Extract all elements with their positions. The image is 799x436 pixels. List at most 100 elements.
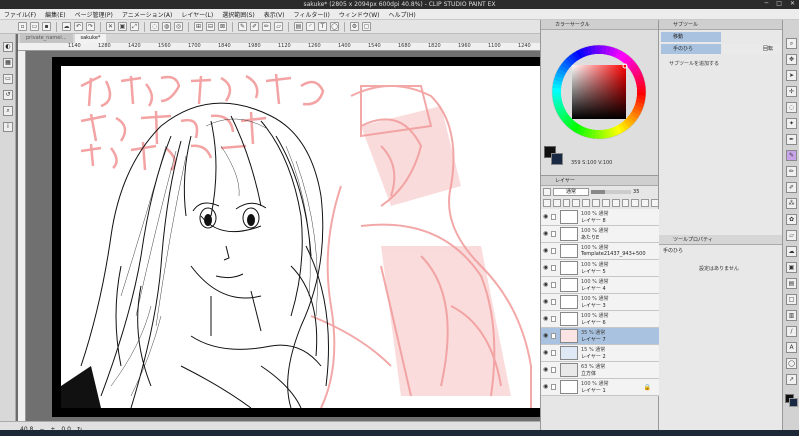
lock-box[interactable]: [551, 214, 556, 220]
blend-tool-icon[interactable]: ☁: [786, 246, 797, 257]
open-file-icon[interactable]: ▭: [30, 22, 39, 31]
snap-grid-icon[interactable]: ⊟: [206, 22, 215, 31]
layer-row[interactable]: ◉ 100 % 通常 あたりE: [541, 226, 659, 243]
layer-row[interactable]: ◉ 63 % 通常 立方体: [541, 362, 659, 379]
lock-icon[interactable]: [572, 199, 581, 207]
decoration-tool-icon[interactable]: ✿: [786, 214, 797, 225]
layer-row[interactable]: ◉ 100 % 通常 レイヤー 6: [541, 311, 659, 328]
snap-ruler-icon[interactable]: ⊞: [194, 22, 203, 31]
menu-window[interactable]: ウィンドウ(W): [339, 10, 380, 19]
eye-icon[interactable]: ◉: [543, 248, 549, 254]
layer-settings-icon[interactable]: [543, 188, 551, 196]
eye-icon[interactable]: ◉: [543, 282, 549, 288]
eye-icon[interactable]: ◉: [543, 367, 549, 373]
sub-color-chip[interactable]: [789, 398, 798, 407]
color-wheel[interactable]: [541, 32, 659, 157]
layer-row-selected[interactable]: ◉ 35 % 通常 レイヤー 7: [541, 328, 659, 345]
pen-icon[interactable]: ✎: [238, 22, 247, 31]
folder-icon[interactable]: ▭: [3, 74, 13, 84]
subtool-move[interactable]: 移動: [661, 32, 721, 42]
menu-file[interactable]: ファイル(F): [4, 10, 36, 19]
screen-icon[interactable]: ▢: [362, 22, 371, 31]
tab-color-circle[interactable]: カラーサークル: [555, 21, 590, 28]
lock-box[interactable]: [551, 265, 556, 271]
draft-icon[interactable]: [562, 199, 571, 207]
subtool-rotate[interactable]: 回転: [723, 44, 781, 54]
lock-box[interactable]: [551, 231, 556, 237]
tab-layer[interactable]: レイヤー: [555, 177, 575, 184]
figure-tool-icon[interactable]: □: [786, 294, 797, 305]
gradient-tool-icon[interactable]: ▤: [786, 278, 797, 289]
show-selection-icon[interactable]: ◎: [174, 22, 183, 31]
clear-icon[interactable]: ✕: [106, 22, 115, 31]
blend-mode-select[interactable]: 通常: [553, 188, 590, 196]
snap-perspective-icon[interactable]: ⊠: [218, 22, 227, 31]
history-icon[interactable]: ↺: [3, 90, 13, 100]
lock-box[interactable]: [551, 384, 556, 390]
eye-icon[interactable]: ◉: [543, 384, 549, 390]
layer-row[interactable]: ◉ 100 % 通常 レイヤー 1 🔒: [541, 379, 659, 396]
lock-box[interactable]: [551, 248, 556, 254]
eye-icon[interactable]: ◉: [543, 214, 549, 220]
pencil-icon[interactable]: ✏: [262, 22, 271, 31]
airbrush-tool-icon[interactable]: ⁂: [786, 198, 797, 209]
eyedropper-tool-icon[interactable]: ✒: [786, 134, 797, 145]
deselect-icon[interactable]: ◌: [150, 22, 159, 31]
minimize-icon[interactable]: ─: [765, 0, 769, 7]
ruler-icon[interactable]: ▤: [294, 22, 303, 31]
selection-tool-icon[interactable]: ◌: [786, 102, 797, 113]
lock-box[interactable]: [551, 350, 556, 356]
balloon-tool-icon[interactable]: ◯: [786, 358, 797, 369]
menu-animation[interactable]: アニメーション(A): [122, 10, 173, 19]
opacity-value[interactable]: 35: [633, 189, 639, 195]
lock-transparency-icon[interactable]: [582, 199, 591, 207]
invert-selection-icon[interactable]: ◍: [162, 22, 171, 31]
auto-select-tool-icon[interactable]: ✦: [786, 118, 797, 129]
delete-layer-icon[interactable]: [651, 199, 659, 207]
settings-icon[interactable]: ⚙: [350, 22, 359, 31]
menu-page[interactable]: ページ管理(P): [75, 10, 113, 19]
menu-layer[interactable]: レイヤー(L): [181, 10, 213, 19]
menu-filter[interactable]: フィルター(I): [294, 10, 330, 19]
lasso-icon[interactable]: ◜: [306, 22, 315, 31]
search-icon[interactable]: ⌕: [3, 106, 13, 116]
operation-tool-icon[interactable]: ➤: [786, 70, 797, 81]
brush-tool-icon[interactable]: ✐: [786, 182, 797, 193]
new-layer-icon[interactable]: [621, 199, 630, 207]
tab-subtool[interactable]: サブツール: [673, 21, 698, 28]
text-icon[interactable]: T: [318, 22, 327, 31]
material-icon[interactable]: ▦: [3, 58, 13, 68]
eye-icon[interactable]: ◉: [543, 231, 549, 237]
eye-icon[interactable]: ◉: [543, 333, 549, 339]
layer-row[interactable]: ◉ 100 % 通常 レイヤー 3: [541, 294, 659, 311]
canvas-paper[interactable]: [61, 66, 540, 408]
lock-box[interactable]: [551, 367, 556, 373]
text-tool-icon[interactable]: A: [786, 342, 797, 353]
add-subtool-button[interactable]: サブツールを追加する: [669, 60, 719, 67]
save-icon[interactable]: ▪: [42, 22, 51, 31]
menu-help[interactable]: ヘルプ(H): [388, 10, 415, 19]
eraser-icon[interactable]: ▱: [274, 22, 283, 31]
layer-row[interactable]: ◉ 15 % 通常 レイヤー 2: [541, 345, 659, 362]
move-tool-icon[interactable]: ✥: [786, 54, 797, 65]
layer-row[interactable]: ◉ 100 % 通常 レイヤー 4: [541, 277, 659, 294]
padlock-icon[interactable]: 🔒: [644, 384, 651, 391]
cloud-icon[interactable]: ☁: [62, 22, 71, 31]
eye-icon[interactable]: ◉: [543, 350, 549, 356]
menu-view[interactable]: 表示(V): [264, 10, 285, 19]
lock-box[interactable]: [551, 282, 556, 288]
brush-icon[interactable]: ✐: [250, 22, 259, 31]
new-vector-layer-icon[interactable]: [631, 199, 640, 207]
correction-tool-icon[interactable]: ↗: [786, 374, 797, 385]
fill-tool-icon[interactable]: ▣: [786, 262, 797, 273]
move-layer-tool-icon[interactable]: ✢: [786, 86, 797, 97]
close-icon[interactable]: ✕: [790, 0, 795, 7]
layer-row[interactable]: ◉ 100 % 通常 Template21437_943+500: [541, 243, 659, 260]
mask-icon[interactable]: [592, 199, 600, 207]
tab-document-1[interactable]: private_namei...: [20, 34, 73, 43]
pen-tool-icon[interactable]: ✎: [786, 150, 797, 161]
maximize-icon[interactable]: □: [776, 0, 782, 7]
ruler-icon[interactable]: [601, 199, 610, 207]
reference-icon[interactable]: [552, 199, 561, 207]
ruler-tool-icon[interactable]: ∕: [786, 326, 797, 337]
